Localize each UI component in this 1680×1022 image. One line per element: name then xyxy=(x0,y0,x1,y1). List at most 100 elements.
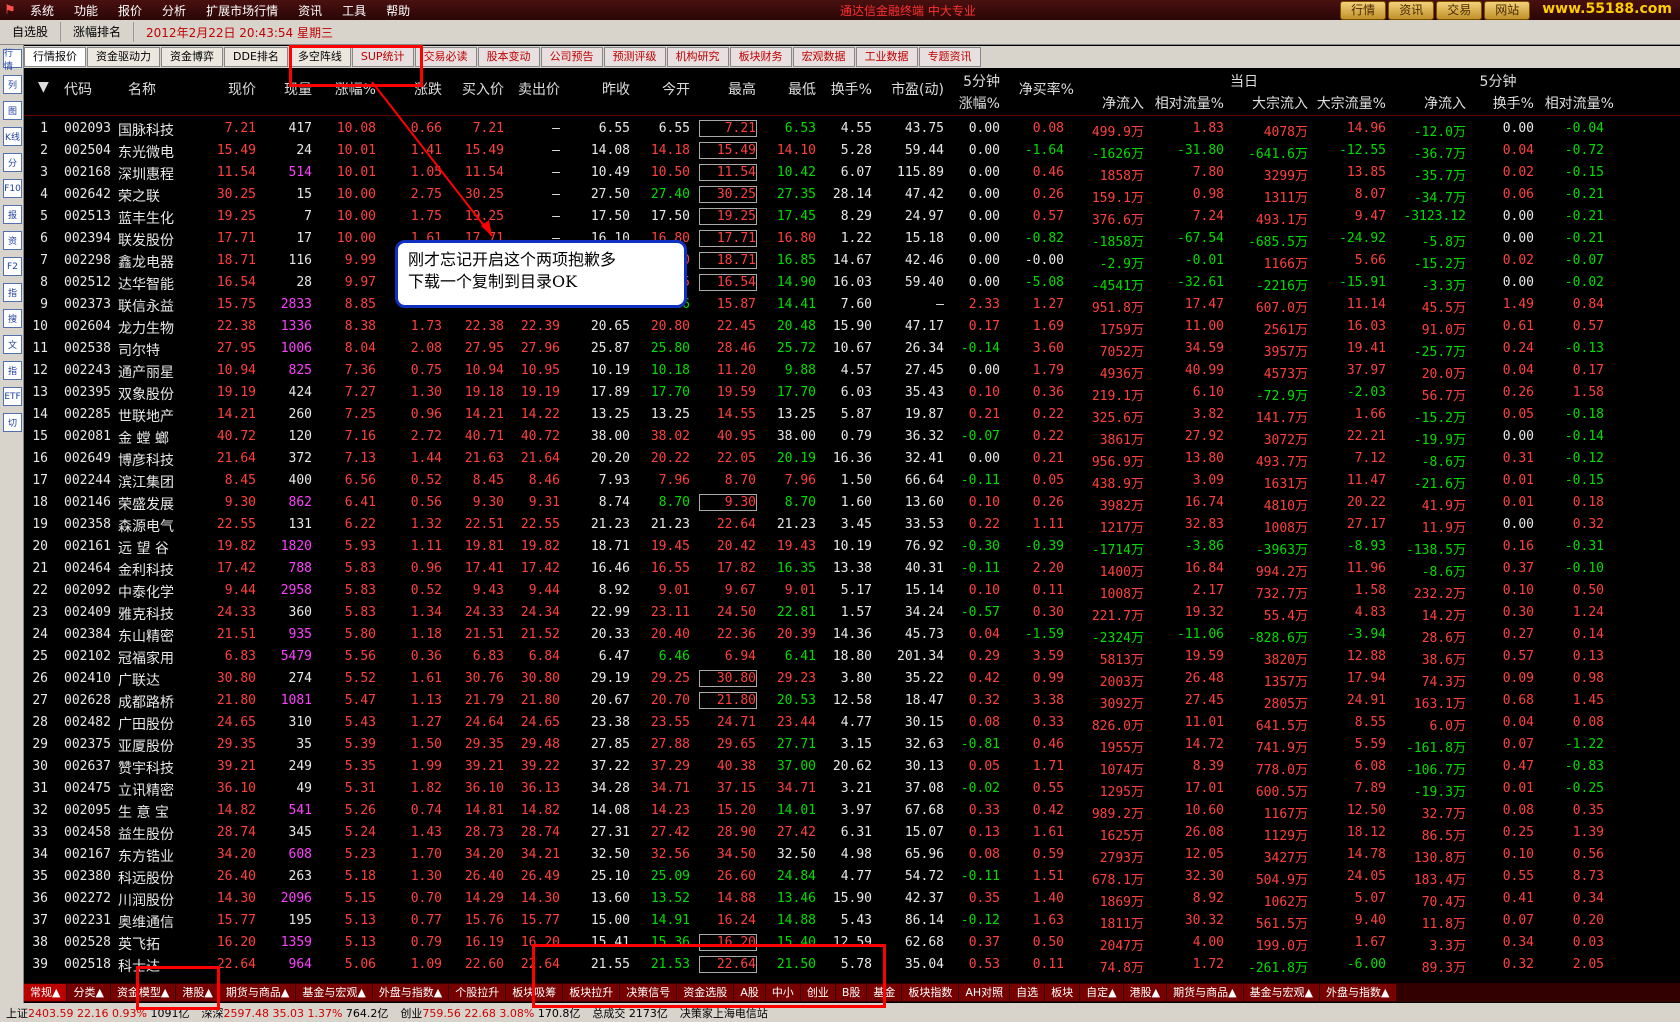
table-row[interactable]: 27 002628 成都路桥 21.80 1081 5.47 1.13 21.79 21.80 2… xyxy=(24,690,1680,712)
table-row[interactable]: 33 002458 益生股份 28.74 345 5.24 1.43 28.73 28.74 27… xyxy=(24,822,1680,844)
table-row[interactable]: 37 002231 奥维通信 15.77 195 5.13 0.77 15.76 15.77 15… xyxy=(24,910,1680,932)
menu-function[interactable]: 功能 xyxy=(64,2,108,19)
website-button[interactable]: 网站 xyxy=(1484,1,1531,20)
table-row[interactable]: 26 002410 广联达 30.80 274 5.52 1.61 30.76 30.80 29.… xyxy=(24,668,1680,690)
sidebar-f10-icon[interactable]: F10 xyxy=(3,179,22,198)
tab-14[interactable]: 专题资讯 xyxy=(918,47,981,67)
bottom-tab-0[interactable]: 常规▲ xyxy=(24,984,68,1001)
table-row[interactable]: 28 002482 广田股份 24.65 310 5.43 1.27 24.64 24.65 23… xyxy=(24,712,1680,734)
table-row[interactable]: 36 002272 川润股份 14.30 2096 5.15 0.70 14.29 14.30 1… xyxy=(24,888,1680,910)
tab-12[interactable]: 宏观数据 xyxy=(792,47,855,67)
bottom-tab-21[interactable]: 自定▲ xyxy=(1080,984,1124,1001)
table-row[interactable]: 11 002538 司尔特 27.95 1006 8.04 2.08 27.95 27.96 25… xyxy=(24,338,1680,360)
menu-extended-market[interactable]: 扩展市场行情 xyxy=(196,2,288,19)
menu-quote[interactable]: 报价 xyxy=(108,2,152,19)
bottom-tab-1[interactable]: 分类▲ xyxy=(67,984,111,1001)
news-button[interactable]: 资讯 xyxy=(1388,1,1435,20)
col-5min-inflow[interactable]: 净流入 xyxy=(1392,93,1466,113)
bottom-tab-22[interactable]: 港股▲ xyxy=(1123,984,1168,1001)
bottom-tab-23[interactable]: 期货与商品▲ xyxy=(1167,984,1244,1001)
table-row[interactable]: 1 002093 国脉科技 7.21 417 10.08 0.66 7.21—6.55 6.55… xyxy=(24,118,1680,140)
menu-system[interactable]: 系统 xyxy=(20,2,64,19)
col-5min-rel[interactable]: 相对流量% xyxy=(1534,93,1614,113)
bottom-tab-25[interactable]: 外盘与指数▲ xyxy=(1320,984,1397,1001)
sidebar-f2-icon[interactable]: F2 xyxy=(3,257,22,276)
table-row[interactable]: 3 002168 深圳惠程 11.54 514 10.01 1.05 11.54—10.49 1… xyxy=(24,162,1680,184)
col-5min-turnover[interactable]: 换手% xyxy=(1468,93,1534,113)
col-low[interactable]: 最低 xyxy=(760,79,816,99)
menu-analysis[interactable]: 分析 xyxy=(152,2,196,19)
col-bid[interactable]: 买入价 xyxy=(444,79,504,99)
group-today[interactable]: 当日 xyxy=(1064,71,1424,91)
table-row[interactable]: 24 002384 东山精密 21.51 935 5.80 1.18 21.51 21.52 20… xyxy=(24,624,1680,646)
sidebar-index-icon[interactable]: 指 xyxy=(3,283,22,302)
table-row[interactable]: 4 002642 荣之联 30.25 15 10.00 2.75 30.25—27.50 27.… xyxy=(24,184,1680,206)
bottom-tab-7[interactable]: 个股拉升 xyxy=(449,984,507,1001)
menu-news[interactable]: 资讯 xyxy=(288,2,332,19)
table-row[interactable]: 15 002081 金 螳 螂 40.72 120 7.16 2.72 40.71 40.72 3… xyxy=(24,426,1680,448)
menu-help[interactable]: 帮助 xyxy=(376,2,420,19)
table-row[interactable]: 9002373联信永益15.7528338.851.2815.7515.7614… xyxy=(24,294,1680,316)
table-row[interactable]: 14 002285 世联地产 14.21 260 7.25 0.96 14.21 14.22 13… xyxy=(24,404,1680,426)
tab-11[interactable]: 板块财务 xyxy=(729,47,792,67)
tab-9[interactable]: 预测评级 xyxy=(603,47,666,67)
sidebar-etf-icon[interactable]: ETF xyxy=(3,387,22,406)
watchlist-button[interactable]: 自选股 xyxy=(0,22,62,42)
col-ask[interactable]: 卖出价 xyxy=(504,79,560,99)
table-row[interactable]: 8002512达华智能16.54289.971.5016.54—15.0415.… xyxy=(24,272,1680,294)
table-row[interactable]: 29 002375 亚厦股份 29.35 35 5.39 1.50 29.35 29.48 27.… xyxy=(24,734,1680,756)
table-row[interactable]: 13 002395 双象股份 19.19 424 7.27 1.30 19.18 19.19 17… xyxy=(24,382,1680,404)
col-5min[interactable]: 5分钟 xyxy=(944,71,1000,91)
tab-6[interactable]: 交易必读 xyxy=(414,47,477,67)
sidebar-chart-icon[interactable]: 图 xyxy=(3,101,22,120)
table-row[interactable]: 5 002513 蓝丰生化 19.25 7 10.00 1.75 19.25—17.50 17.… xyxy=(24,206,1680,228)
table-row[interactable]: 2 002504 东光微电 15.49 24 10.01 1.41 15.49—14.08 14… xyxy=(24,140,1680,162)
col-high[interactable]: 最高 xyxy=(700,79,756,99)
table-row[interactable]: 35 002380 科远股份 26.40 263 5.18 1.30 26.40 26.49 25… xyxy=(24,866,1680,888)
sidebar-list-icon[interactable]: 列 xyxy=(3,75,22,94)
tab-3[interactable]: DDE排名 xyxy=(224,47,288,67)
tab-2[interactable]: 资金博弈 xyxy=(161,47,223,67)
tab-7[interactable]: 股本变动 xyxy=(477,47,540,67)
col-5min-pct[interactable]: 涨幅% xyxy=(944,93,1000,113)
table-row[interactable]: 18 002146 荣盛发展 9.30 862 6.41 0.56 9.30 9.31 8.74 8… xyxy=(24,492,1680,514)
bottom-tab-4[interactable]: 期货与商品▲ xyxy=(219,984,297,1001)
col-today-block[interactable]: 大宗流入 xyxy=(1228,93,1308,113)
col-today-inflow[interactable]: 净流入 xyxy=(1068,93,1144,113)
table-row[interactable]: 30 002637 赞宇科技 39.21 249 5.35 1.99 39.21 39.22 37… xyxy=(24,756,1680,778)
table-row[interactable]: 23 002409 雅克科技 24.33 360 5.83 1.34 24.33 24.34 22… xyxy=(24,602,1680,624)
sidebar-indicator-icon[interactable]: 指 xyxy=(3,361,22,380)
sidebar-info-icon[interactable]: 资 xyxy=(3,231,22,250)
bottom-tab-20[interactable]: 板块 xyxy=(1045,984,1081,1001)
table-row[interactable]: 19 002358 森源电气 22.55 131 6.22 1.32 22.51 22.55 21… xyxy=(24,514,1680,536)
sidebar-switch-icon[interactable]: 切 xyxy=(3,413,22,432)
table-row[interactable]: 6 002394 联发股份 17.71 17 10.00 1.61 17.71—16.10 16… xyxy=(24,228,1680,250)
bottom-tab-18[interactable]: AH对照 xyxy=(959,984,1011,1001)
tab-8[interactable]: 公司预告 xyxy=(540,47,603,67)
bottom-tab-5[interactable]: 基金与宏观▲ xyxy=(296,984,373,1001)
table-row[interactable]: 21 002464 金利科技 17.42 788 5.83 0.96 17.41 17.42 16… xyxy=(24,558,1680,580)
table-row[interactable]: 20 002161 远 望 谷 19.82 1820 5.93 1.11 19.81 19.82… xyxy=(24,536,1680,558)
quote-button[interactable]: 行情 xyxy=(1340,1,1387,20)
sidebar-minute-icon[interactable]: 分 xyxy=(3,153,22,172)
col-pe[interactable]: 市盈(动) xyxy=(874,79,944,99)
sidebar-quote-icon[interactable]: 行情 xyxy=(3,49,22,72)
bottom-tab-17[interactable]: 板块指数 xyxy=(902,984,960,1001)
col-price[interactable]: 现价 xyxy=(196,79,256,99)
table-row[interactable]: 17 002244 滨江集团 8.45 400 6.56 0.52 8.45 8.46 7.93 7… xyxy=(24,470,1680,492)
col-name[interactable]: 名称 xyxy=(128,79,198,99)
table-row[interactable]: 12 002243 通产丽星 10.94 825 7.36 0.75 10.94 10.95 10… xyxy=(24,360,1680,382)
sort-dropdown-icon[interactable]: ▼ xyxy=(38,79,54,95)
col-prev-close[interactable]: 昨收 xyxy=(570,79,630,99)
col-turnover[interactable]: 换手% xyxy=(816,79,872,99)
table-row[interactable]: 22 002092 中泰化学 9.44 2958 5.83 0.52 9.43 9.44 8.92… xyxy=(24,580,1680,602)
tab-0[interactable]: 行情报价 xyxy=(24,47,86,67)
bottom-tab-6[interactable]: 外盘与指数▲ xyxy=(372,984,450,1001)
tab-13[interactable]: 工业数据 xyxy=(855,47,918,67)
sidebar-folder-icon[interactable]: 文 xyxy=(3,335,22,354)
menu-tools[interactable]: 工具 xyxy=(332,2,376,19)
col-today-rel[interactable]: 相对流量% xyxy=(1148,93,1224,113)
tab-1[interactable]: 资金驱动力 xyxy=(87,47,160,67)
col-open[interactable]: 今开 xyxy=(634,79,690,99)
sidebar-search-icon[interactable]: 搜 xyxy=(3,309,22,328)
